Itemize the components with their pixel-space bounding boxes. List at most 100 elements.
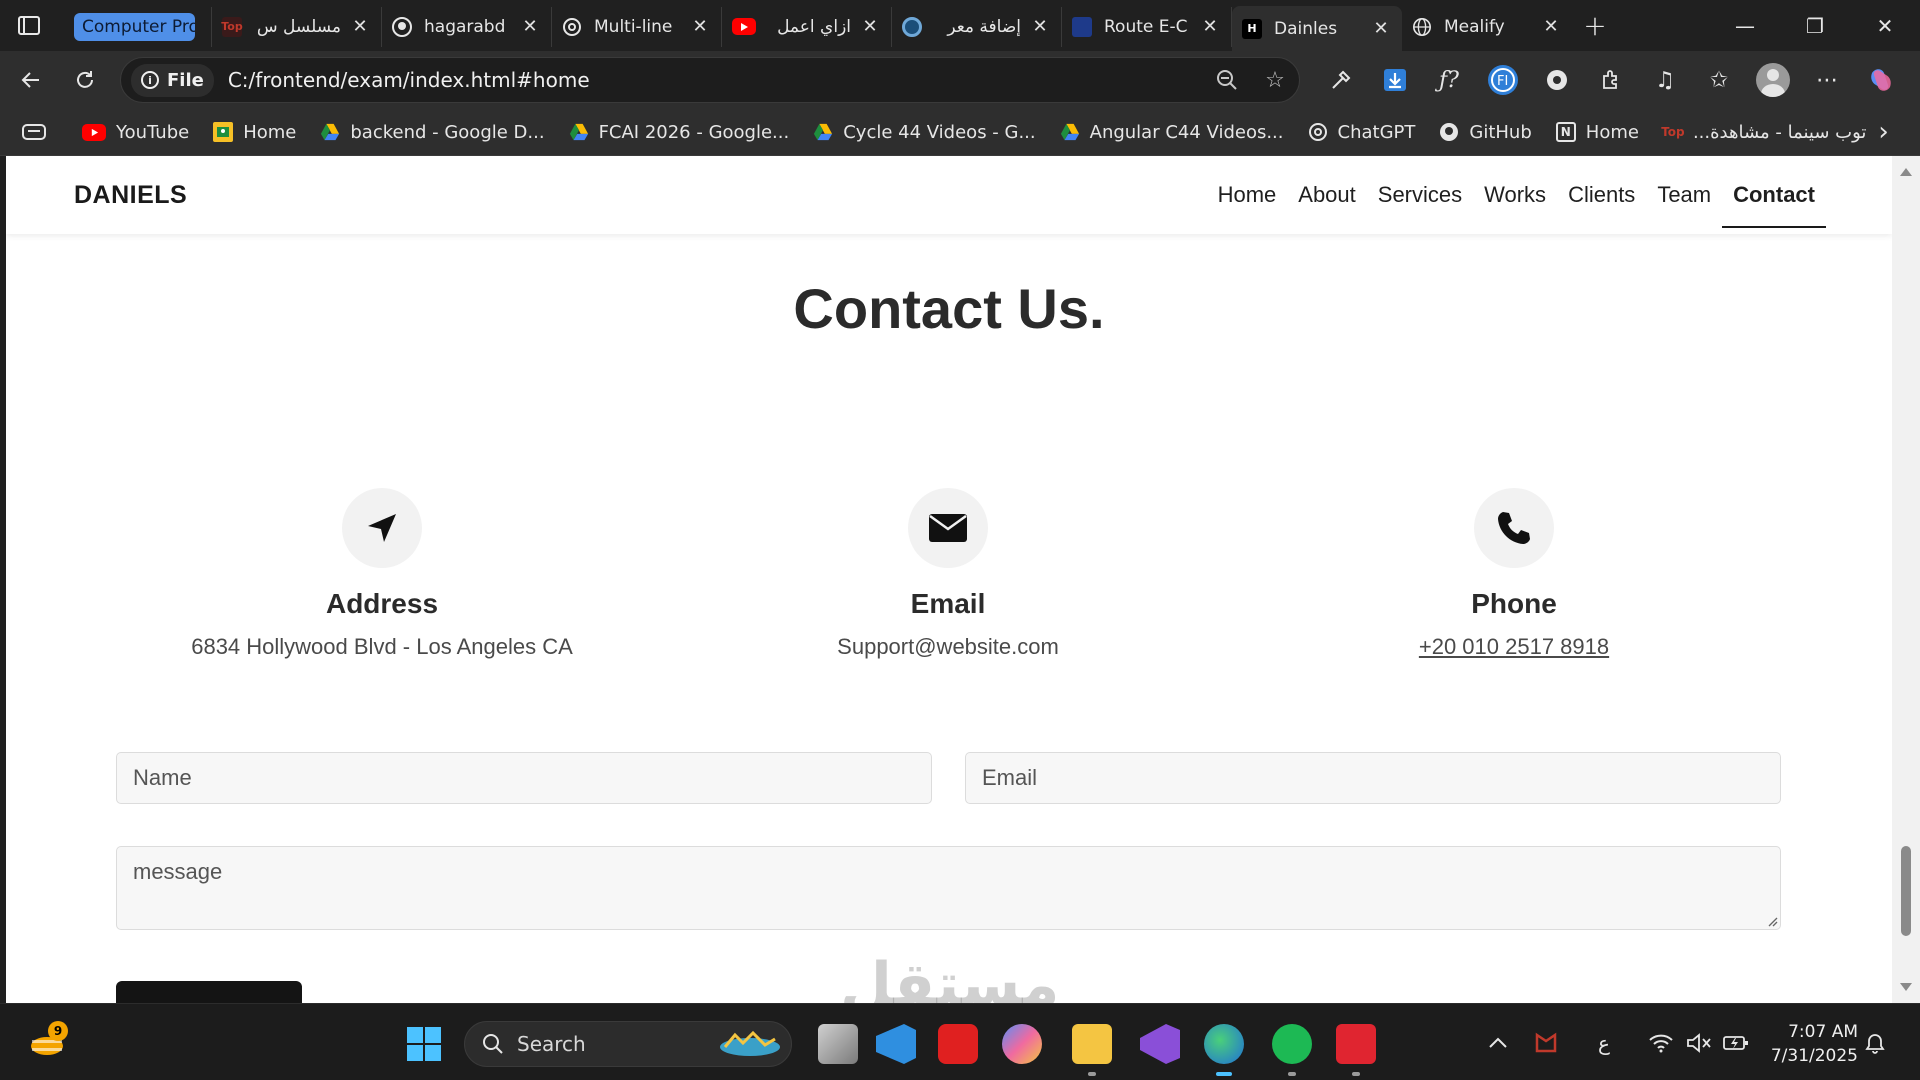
resize-grip-icon[interactable]: [1766, 915, 1778, 927]
fi-extension-icon[interactable]: FI: [1476, 51, 1530, 109]
system-clock[interactable]: 7:07 AM 7/31/2025: [1771, 1020, 1858, 1068]
reload-button[interactable]: [58, 51, 112, 109]
minimize-button[interactable]: —: [1710, 0, 1780, 51]
media-control-icon[interactable]: ♫: [1638, 51, 1692, 109]
bookmark-youtube[interactable]: YouTube: [70, 114, 201, 150]
page-scrollbar[interactable]: [1892, 156, 1920, 1003]
show-hidden-icons-chevron-icon[interactable]: [1488, 1004, 1508, 1080]
phone-link[interactable]: +20 010 2517 8918: [1264, 634, 1764, 660]
task-view-icon[interactable]: [818, 1024, 858, 1064]
input-language-indicator[interactable]: ع: [1598, 1004, 1610, 1080]
tab-dainles[interactable]: H Dainles ✕: [1232, 5, 1402, 52]
tab-actions-button[interactable]: [0, 0, 58, 51]
battery-charging-icon[interactable]: [1722, 1004, 1750, 1080]
start-button[interactable]: [406, 1026, 442, 1066]
favorite-star-icon[interactable]: ☆: [1251, 57, 1299, 103]
bookmark-topcinema[interactable]: Top توب سينما - مشاهدة...: [1651, 114, 1878, 150]
wifi-icon[interactable]: [1648, 1004, 1674, 1080]
message-textarea[interactable]: [116, 846, 1781, 930]
extensions-puzzle-icon[interactable]: [1584, 51, 1638, 109]
vscode-icon[interactable]: [876, 1024, 916, 1064]
scroll-up-arrow-icon[interactable]: [1900, 168, 1912, 176]
wps-office-icon[interactable]: [1336, 1024, 1376, 1064]
bookmark-notion-home[interactable]: N Home: [1544, 114, 1651, 150]
scrollbar-thumb[interactable]: [1901, 846, 1911, 936]
url-text[interactable]: C:/frontend/exam/index.html#home: [228, 68, 1203, 92]
bookmark-classroom-home[interactable]: Home: [201, 114, 308, 150]
close-icon[interactable]: ✕: [1029, 16, 1051, 38]
mcafee-tray-icon[interactable]: [1534, 1004, 1558, 1080]
reading-list-icon[interactable]: [0, 114, 58, 150]
close-icon[interactable]: ✕: [1370, 18, 1392, 40]
site-info-button[interactable]: i File: [131, 63, 214, 97]
nav-link-works[interactable]: Works: [1473, 162, 1557, 228]
nav-link-services[interactable]: Services: [1367, 162, 1473, 228]
file-explorer-icon[interactable]: [1072, 1024, 1112, 1064]
bookmark-fcai-drive[interactable]: FCAI 2026 - Google...: [557, 114, 802, 150]
bookmark-cycle44-drive[interactable]: Cycle 44 Videos - G...: [801, 114, 1047, 150]
bookmark-label: ChatGPT: [1337, 121, 1416, 143]
youtube-app-icon[interactable]: [938, 1024, 978, 1064]
running-indicator: [1088, 1072, 1096, 1076]
bookmark-angular-drive[interactable]: Angular C44 Videos...: [1048, 114, 1296, 150]
new-tab-button[interactable]: +: [1572, 6, 1618, 46]
volume-muted-icon[interactable]: [1686, 1004, 1712, 1080]
tab-youtube[interactable]: ازاي اعمل ✕: [722, 6, 892, 47]
tab-add-project[interactable]: إضافة معر ✕: [892, 6, 1062, 47]
tab-github[interactable]: hagarabd ✕: [382, 6, 552, 47]
eyedropper-extension-icon[interactable]: [1314, 51, 1368, 109]
visual-studio-icon[interactable]: [1140, 1024, 1180, 1064]
nav-link-clients[interactable]: Clients: [1557, 162, 1646, 228]
nav-link-home[interactable]: Home: [1207, 162, 1288, 228]
close-icon[interactable]: ✕: [1199, 16, 1221, 38]
close-icon[interactable]: ✕: [349, 16, 371, 38]
chatgpt-icon: [1308, 122, 1328, 142]
close-icon[interactable]: ✕: [859, 16, 881, 38]
tab-group-chip[interactable]: Computer Progr: [58, 6, 212, 47]
zoom-icon[interactable]: [1203, 57, 1251, 103]
close-icon[interactable]: ✕: [689, 16, 711, 38]
copilot-app-icon[interactable]: [1002, 1024, 1042, 1064]
nav-link-contact[interactable]: Contact: [1722, 162, 1826, 228]
download-icon[interactable]: [1368, 51, 1422, 109]
restore-button[interactable]: ❐: [1780, 0, 1850, 51]
taskbar-search-box[interactable]: Search: [464, 1021, 792, 1067]
clock-date: 7/31/2025: [1770, 1046, 1858, 1066]
settings-more-icon[interactable]: ⋯: [1800, 51, 1854, 109]
copilot-icon[interactable]: [1854, 51, 1908, 109]
tab-mealify[interactable]: Mealify ✕: [1402, 7, 1572, 47]
spotify-icon[interactable]: [1272, 1024, 1312, 1064]
running-indicator: [1288, 1072, 1296, 1076]
close-window-button[interactable]: ✕: [1850, 0, 1920, 51]
site-brand-logo[interactable]: DANIELS: [74, 181, 187, 210]
font-finder-icon[interactable]: ƒ?: [1422, 51, 1476, 109]
bookmark-backend-drive[interactable]: backend - Google D...: [308, 114, 556, 150]
back-button[interactable]: [4, 51, 58, 109]
close-icon[interactable]: ✕: [1540, 16, 1562, 38]
favorites-icon[interactable]: ✩: [1692, 51, 1746, 109]
bookmark-label: Home: [1585, 121, 1639, 143]
bookmarks-more-chevron-icon[interactable]: ›: [1878, 117, 1888, 147]
nav-link-team[interactable]: Team: [1646, 162, 1722, 228]
tab-route[interactable]: Route E-C ✕: [1062, 6, 1232, 47]
tab-title: ازاي اعمل: [777, 16, 851, 37]
name-input[interactable]: [116, 752, 932, 804]
submit-button[interactable]: [116, 981, 302, 1003]
email-input[interactable]: [965, 752, 1781, 804]
edge-browser-icon[interactable]: [1204, 1024, 1244, 1064]
close-icon[interactable]: ✕: [519, 16, 541, 38]
record-extension-icon[interactable]: [1530, 51, 1584, 109]
profile-button[interactable]: [1746, 51, 1800, 109]
nav-link-about[interactable]: About: [1287, 162, 1367, 228]
clock-time: 7:07 AM: [1788, 1022, 1858, 1042]
search-icon: [483, 1034, 503, 1054]
notification-center-icon[interactable]: [1864, 1004, 1886, 1080]
address-bar[interactable]: i File C:/frontend/exam/index.html#home …: [120, 57, 1300, 103]
scroll-down-arrow-icon[interactable]: [1900, 983, 1912, 991]
email-label: Email: [910, 588, 986, 619]
bookmark-github[interactable]: GitHub: [1427, 114, 1543, 150]
bookmark-label: YouTube: [116, 121, 190, 143]
tab-chatgpt[interactable]: Multi-line ✕: [552, 6, 722, 47]
tab-topcinema[interactable]: Top مسلسل س ✕: [212, 6, 382, 47]
bookmark-chatgpt[interactable]: ChatGPT: [1296, 114, 1428, 150]
